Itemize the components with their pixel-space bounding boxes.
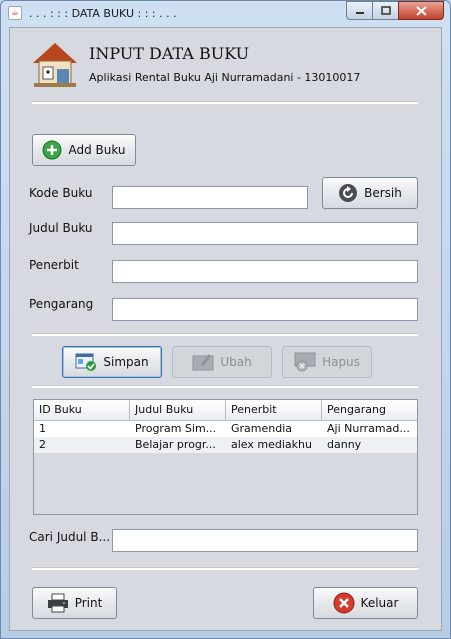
column-header-penerbit[interactable]: Penerbit bbox=[226, 400, 322, 420]
table-cell: danny bbox=[327, 438, 362, 451]
simpan-label: Simpan bbox=[103, 355, 149, 369]
add-book-label: Add Buku bbox=[68, 143, 126, 157]
pengarang-input[interactable] bbox=[112, 298, 418, 321]
cari-judul-label: Cari Judul B... bbox=[29, 530, 111, 544]
simpan-button[interactable]: Simpan bbox=[62, 346, 162, 378]
table-cell: 2 bbox=[39, 438, 46, 451]
table-header: ID Buku Judul Buku Penerbit Pengarang bbox=[34, 400, 417, 421]
exit-icon bbox=[333, 592, 355, 614]
print-label: Print bbox=[74, 596, 103, 610]
table-cell: alex mediakhu bbox=[231, 438, 312, 451]
bersih-label: Bersih bbox=[364, 186, 402, 200]
add-book-button[interactable]: Add Buku bbox=[32, 134, 136, 166]
java-icon: ☕ bbox=[8, 6, 22, 20]
book-table[interactable]: ID Buku Judul Buku Penerbit Pengarang 1 … bbox=[33, 399, 418, 515]
maximize-icon bbox=[380, 6, 391, 15]
table-cell: Belajar progr... bbox=[135, 438, 216, 451]
title-bar[interactable]: ☕ . . . : : : DATA BUKU : : : . . . bbox=[1, 1, 450, 27]
judul-buku-label: Judul Buku bbox=[29, 221, 93, 235]
page-title: INPUT DATA BUKU bbox=[89, 44, 250, 63]
penerbit-label: Penerbit bbox=[29, 258, 79, 272]
table-cell: 1 bbox=[39, 422, 46, 435]
table-row[interactable]: 2 Belajar progr... alex mediakhu danny bbox=[34, 437, 417, 453]
search-input[interactable] bbox=[112, 529, 418, 552]
window-controls bbox=[346, 1, 444, 20]
column-header-pengarang[interactable]: Pengarang bbox=[322, 400, 417, 420]
delete-icon bbox=[294, 352, 316, 372]
page-subtitle: Aplikasi Rental Buku Aji Nurramadani - 1… bbox=[89, 71, 361, 84]
app-window: ☕ . . . : : : DATA BUKU : : : . . . INPU… bbox=[0, 0, 451, 639]
hapus-label: Hapus bbox=[322, 355, 360, 369]
print-button[interactable]: Print bbox=[32, 587, 117, 619]
minimize-button[interactable] bbox=[346, 1, 373, 20]
table-row[interactable]: 1 Program Sim... Gramendia Aji Nurramad.… bbox=[34, 421, 417, 437]
penerbit-input[interactable] bbox=[112, 260, 418, 283]
column-header-id[interactable]: ID Buku bbox=[34, 400, 130, 420]
logo-house-icon bbox=[33, 43, 77, 87]
kode-buku-label: Kode Buku bbox=[29, 186, 93, 200]
bersih-button[interactable]: Bersih bbox=[322, 177, 418, 209]
table-cell: Aji Nurramad... bbox=[327, 422, 410, 435]
judul-buku-input[interactable] bbox=[112, 222, 418, 245]
printer-icon bbox=[47, 593, 69, 613]
window-title: . . . : : : DATA BUKU : : : . . . bbox=[29, 7, 177, 20]
divider bbox=[32, 385, 418, 388]
divider bbox=[32, 567, 418, 570]
column-header-judul[interactable]: Judul Buku bbox=[130, 400, 226, 420]
close-icon bbox=[415, 5, 427, 16]
divider bbox=[32, 101, 418, 104]
kode-buku-input[interactable] bbox=[112, 186, 308, 209]
refresh-icon bbox=[338, 183, 358, 203]
maximize-button[interactable] bbox=[372, 1, 399, 20]
edit-icon bbox=[192, 353, 214, 371]
save-icon bbox=[75, 352, 97, 372]
add-icon bbox=[42, 140, 62, 160]
divider bbox=[32, 333, 418, 336]
ubah-button[interactable]: Ubah bbox=[172, 346, 272, 378]
pengarang-label: Pengarang bbox=[29, 297, 94, 311]
hapus-button[interactable]: Hapus bbox=[282, 346, 372, 378]
keluar-label: Keluar bbox=[360, 596, 399, 610]
close-window-button[interactable] bbox=[398, 1, 444, 20]
ubah-label: Ubah bbox=[220, 355, 252, 369]
minimize-icon bbox=[355, 11, 364, 14]
table-cell: Program Sim... bbox=[135, 422, 217, 435]
main-panel: INPUT DATA BUKU Aplikasi Rental Buku Aji… bbox=[9, 27, 442, 631]
table-cell: Gramendia bbox=[231, 422, 293, 435]
keluar-button[interactable]: Keluar bbox=[313, 587, 418, 619]
